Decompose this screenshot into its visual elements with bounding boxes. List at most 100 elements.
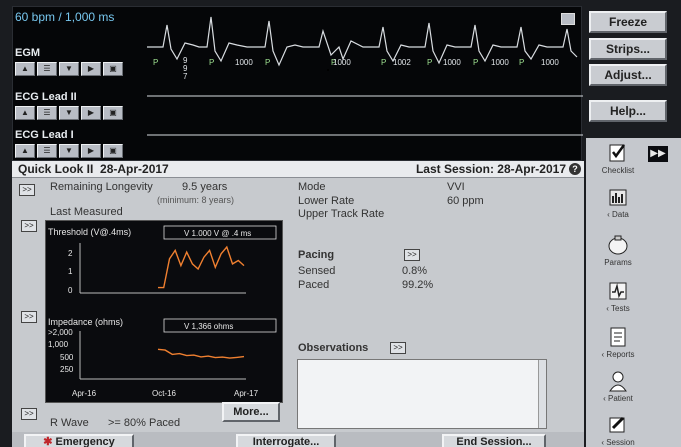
pace-marker: P xyxy=(209,58,214,67)
patient-icon xyxy=(609,371,627,392)
interval-value: 1002 xyxy=(393,58,411,67)
ecg-lead-i-controls: ▲ ☰ ▼ ▶ ▣ xyxy=(15,144,123,158)
pace-marker: P xyxy=(427,58,432,67)
scale-down-button[interactable]: ▼ xyxy=(59,62,79,76)
sidebar-item-params[interactable]: Params xyxy=(586,234,650,267)
scale-down-button[interactable]: ▼ xyxy=(59,106,79,120)
threshold-line xyxy=(158,245,245,289)
y-tick-label: >2,000 xyxy=(48,328,73,337)
sidebar-item-label: ‹ Session xyxy=(601,438,635,447)
end-session-button[interactable]: End Session... xyxy=(442,434,546,447)
page-title: Quick Look II 28-Apr-2017 xyxy=(18,162,169,176)
threshold-legend: V 1.000 V @ .4 ms xyxy=(184,229,251,238)
calibrate-button[interactable]: ▣ xyxy=(103,106,123,120)
mode-label: Mode xyxy=(298,181,326,193)
sensed-label: Sensed xyxy=(298,265,336,277)
x-tick-label: Oct-16 xyxy=(152,389,177,398)
channel-next-button[interactable]: ▶ xyxy=(81,144,101,158)
interval-value: 1000 xyxy=(333,58,351,67)
ecg-lead-i-label: ECG Lead I xyxy=(15,129,74,141)
mode-value: VVI xyxy=(447,181,465,193)
longevity-label: Remaining Longevity xyxy=(50,181,153,193)
expand-sidebar-button[interactable]: ▶▶ xyxy=(648,146,668,162)
y-tick-label: 0 xyxy=(68,286,73,295)
interval-value: 7 xyxy=(183,72,188,81)
pace-marker: P xyxy=(265,58,270,67)
impedance-line xyxy=(157,348,245,359)
pace-marker: P xyxy=(473,58,478,67)
trend-graphs: Threshold (V@.4ms) V 1.000 V @ .4 ms 2 1… xyxy=(45,220,283,403)
longevity-minimum: (minimum: 8 years) xyxy=(157,195,235,205)
sidebar-item-tests[interactable]: ‹ Tests xyxy=(586,280,650,313)
sidebar-item-label: Params xyxy=(604,258,632,267)
sidebar: Checklist ‹ Data Params ‹ Tests ‹ Report… xyxy=(586,138,681,447)
interval-value: 1000 xyxy=(235,58,253,67)
help-button[interactable]: Help... xyxy=(589,100,667,122)
impedance-legend: V 1,366 ohms xyxy=(184,322,233,331)
panel-close-button[interactable] xyxy=(561,13,575,25)
impedance-series xyxy=(157,348,245,359)
sidebar-item-patient[interactable]: ‹ Patient xyxy=(586,370,650,403)
help-icon[interactable]: ? xyxy=(569,163,581,175)
scale-down-button[interactable]: ▼ xyxy=(59,144,79,158)
r-wave-label: R Wave xyxy=(50,417,89,429)
tests-icon xyxy=(609,282,627,300)
ecg-waveforms: P P P P P P P P 9 9 7 1000 1000 1002 100… xyxy=(147,16,583,136)
sidebar-item-data[interactable]: ‹ Data xyxy=(586,186,650,219)
source-select-button[interactable]: ☰ xyxy=(37,144,57,158)
longevity-value: 9.5 years xyxy=(182,181,228,193)
expand-observations-button[interactable]: >> xyxy=(390,342,406,354)
paced-label: Paced xyxy=(298,279,330,291)
pace-marker: P xyxy=(519,58,524,67)
expand-threshold-button[interactable]: >> xyxy=(21,220,37,232)
scale-up-button[interactable]: ▲ xyxy=(15,62,35,76)
scale-up-button[interactable]: ▲ xyxy=(15,144,35,158)
adjust-button[interactable]: Adjust... xyxy=(589,64,667,86)
emergency-icon: ✱ xyxy=(43,436,53,447)
observations-list[interactable] xyxy=(297,359,547,429)
x-tick-label: Apr-16 xyxy=(72,389,97,398)
expand-longevity-button[interactable]: >> xyxy=(19,184,35,196)
sidebar-item-label: ‹ Reports xyxy=(601,350,635,359)
sidebar-item-label: ‹ Data xyxy=(607,210,629,219)
egm-label: EGM xyxy=(15,47,41,59)
sidebar-item-label: ‹ Tests xyxy=(606,304,630,313)
lower-rate-label: Lower Rate xyxy=(298,195,355,207)
observations-title: Observations xyxy=(298,342,369,354)
threshold-series xyxy=(158,245,245,289)
source-select-button[interactable]: ☰ xyxy=(37,62,57,76)
scale-up-button[interactable]: ▲ xyxy=(15,106,35,120)
session-icon xyxy=(609,416,625,433)
last-session: Last Session: 28-Apr-2017 xyxy=(415,162,566,176)
interval-value: 1000 xyxy=(541,58,559,67)
y-tick-label: 1,000 xyxy=(48,340,69,349)
sidebar-item-label: Checklist xyxy=(601,166,635,175)
y-tick-label: 2 xyxy=(68,249,73,258)
channel-next-button[interactable]: ▶ xyxy=(81,62,101,76)
emergency-button[interactable]: ✱ Emergency xyxy=(24,434,134,447)
source-select-button[interactable]: ☰ xyxy=(37,106,57,120)
more-button[interactable]: More... xyxy=(222,402,280,422)
y-tick-label: 250 xyxy=(60,365,74,374)
expand-rwave-button[interactable]: >> xyxy=(21,408,37,420)
sidebar-item-checklist[interactable]: Checklist xyxy=(586,142,650,175)
pace-marker: P xyxy=(153,58,158,67)
interval-value: 1000 xyxy=(491,58,509,67)
title-bar: Quick Look II 28-Apr-2017 Last Session: … xyxy=(12,161,584,178)
calibrate-button[interactable]: ▣ xyxy=(103,62,123,76)
sidebar-item-session[interactable]: ‹ Session xyxy=(586,414,650,447)
calibrate-button[interactable]: ▣ xyxy=(103,144,123,158)
interrogate-button[interactable]: Interrogate... xyxy=(236,434,336,447)
expand-pacing-button[interactable]: >> xyxy=(404,249,420,261)
y-tick-label: 500 xyxy=(60,353,74,362)
r-wave-value: >= 80% Paced xyxy=(108,417,181,429)
paced-value: 99.2% xyxy=(402,279,434,291)
sidebar-item-reports[interactable]: ‹ Reports xyxy=(586,326,650,359)
strips-button[interactable]: Strips... xyxy=(589,38,667,60)
expand-impedance-button[interactable]: >> xyxy=(21,311,37,323)
sensed-value: 0.8% xyxy=(402,265,428,277)
freeze-button[interactable]: Freeze xyxy=(589,11,667,33)
observations-scrollbar[interactable] xyxy=(538,360,546,428)
channel-next-button[interactable]: ▶ xyxy=(81,106,101,120)
interval-value: 1000 xyxy=(443,58,461,67)
